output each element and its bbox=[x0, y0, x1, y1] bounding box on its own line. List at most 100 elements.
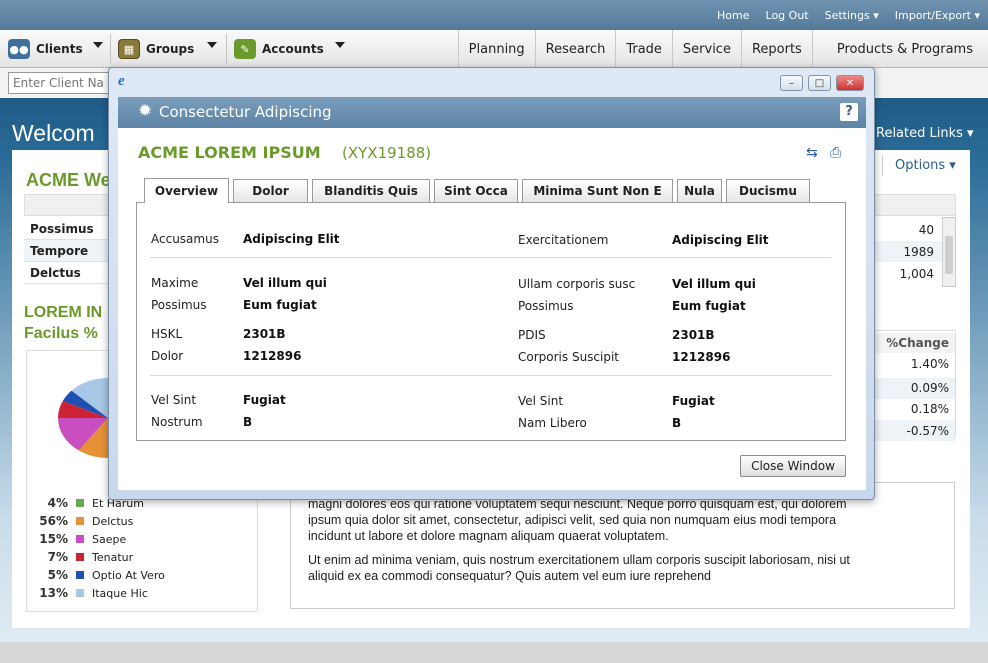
accounts-dropdown-icon[interactable] bbox=[335, 42, 345, 48]
related-links-menu[interactable]: Related Links ▾ bbox=[876, 126, 974, 141]
legend-item: 5% Optio At Vero bbox=[28, 566, 165, 584]
section-heading: ACME We bbox=[26, 170, 111, 190]
table-header bbox=[24, 194, 112, 216]
print-icon[interactable]: ⎙ bbox=[830, 145, 841, 161]
change-value: 1.40% bbox=[910, 357, 949, 371]
tab-ducismu[interactable]: Ducismu bbox=[726, 179, 810, 202]
accounts-button[interactable]: ✎ Accounts bbox=[234, 36, 324, 62]
nav-reports[interactable]: Reports bbox=[740, 30, 812, 68]
field-value: Vel illum qui bbox=[672, 277, 756, 291]
clients-dropdown-icon[interactable] bbox=[93, 42, 103, 48]
field-value: Eum fugiat bbox=[672, 299, 746, 313]
tab-blanditis-quis[interactable]: Blanditis Quis bbox=[312, 179, 430, 202]
table-scrollbar[interactable] bbox=[942, 217, 956, 287]
modal-title: Consectetur Adipiscing bbox=[159, 103, 332, 121]
close-icon[interactable]: ✕ bbox=[836, 75, 864, 91]
logout-link[interactable]: Log Out bbox=[766, 9, 809, 22]
legend-label: Itaque Hic bbox=[92, 586, 148, 600]
field-value: Adipiscing Elit bbox=[243, 232, 340, 246]
tab-overview[interactable]: Overview bbox=[144, 178, 229, 203]
legend-pct: 56% bbox=[39, 514, 68, 528]
company-code: (XYX19188) bbox=[342, 144, 432, 162]
legend-item: 56% Delctus bbox=[28, 512, 133, 530]
text-paragraph: magni dolores eos qui ratione voluptatem… bbox=[308, 496, 948, 584]
clients-icon: ●● bbox=[8, 39, 30, 59]
field-label: HSKL bbox=[151, 327, 183, 341]
legend-item: 15% Saepe bbox=[28, 530, 126, 548]
divider bbox=[150, 257, 831, 258]
field-label: PDIS bbox=[518, 328, 546, 342]
welcome-heading: Welcom bbox=[12, 120, 95, 146]
toolbar-divider bbox=[110, 34, 111, 64]
scrollbar-thumb[interactable] bbox=[945, 236, 953, 274]
legend-swatch bbox=[76, 589, 84, 597]
nav-products-programs[interactable]: Products & Programs bbox=[811, 30, 988, 68]
main-nav: Planning Research Trade Service Reports … bbox=[457, 30, 988, 68]
top-links: Home Log Out Settings ▾ Import/Export ▾ bbox=[717, 0, 980, 30]
tab-minima-sunt[interactable]: Minima Sunt Non E bbox=[522, 179, 673, 202]
change-value: 0.09% bbox=[910, 381, 949, 395]
nav-trade[interactable]: Trade bbox=[615, 30, 672, 68]
minimize-icon[interactable]: – bbox=[780, 75, 803, 91]
field-value: Fugiat bbox=[243, 393, 286, 407]
maximize-icon[interactable]: □ bbox=[808, 75, 831, 91]
gear-icon: ✹ bbox=[138, 101, 153, 121]
change-value: 0.18% bbox=[910, 402, 949, 416]
help-icon[interactable]: ? bbox=[840, 103, 858, 121]
legend-item: 7% Tenatur bbox=[28, 548, 134, 566]
settings-menu[interactable]: Settings ▾ bbox=[825, 9, 879, 22]
field-label: Exercitationem bbox=[518, 233, 609, 247]
legend-pct: 15% bbox=[39, 532, 68, 546]
legend-pct: 7% bbox=[47, 550, 68, 564]
legend-item: 13% Itaque Hic bbox=[28, 584, 148, 602]
legend-label: Saepe bbox=[92, 532, 127, 546]
groups-dropdown-icon[interactable] bbox=[207, 42, 217, 48]
value-cell: 40 bbox=[874, 219, 942, 240]
home-link[interactable]: Home bbox=[717, 9, 749, 22]
field-label: Nostrum bbox=[151, 415, 203, 429]
tab-nula[interactable]: Nula bbox=[677, 179, 722, 202]
field-value: Eum fugiat bbox=[243, 298, 317, 312]
footer-strip bbox=[0, 642, 988, 663]
legend-pct: 5% bbox=[47, 568, 68, 582]
clients-button[interactable]: ●● Clients bbox=[8, 36, 83, 62]
legend-pct: 13% bbox=[39, 586, 68, 600]
value-text: 1989 bbox=[903, 244, 934, 259]
tab-dolor[interactable]: Dolor bbox=[233, 179, 308, 202]
field-label: Nam Libero bbox=[518, 416, 587, 430]
browser-icon: e bbox=[118, 73, 125, 89]
value-cell: 1,004 bbox=[874, 263, 942, 284]
nav-service[interactable]: Service bbox=[671, 30, 741, 68]
field-label: Ullam corporis susc bbox=[518, 277, 636, 291]
options-menu[interactable]: Options ▾ bbox=[895, 158, 956, 173]
legend-label: Optio At Vero bbox=[92, 568, 165, 582]
chart-heading: LOREM IN bbox=[24, 304, 103, 321]
field-value: 1212896 bbox=[243, 349, 302, 363]
nav-planning[interactable]: Planning bbox=[457, 30, 535, 68]
close-window-button[interactable]: Close Window bbox=[740, 455, 846, 477]
refresh-icon[interactable]: ⇆ bbox=[806, 145, 818, 161]
field-label: Vel Sint bbox=[151, 393, 197, 407]
table-row: Possimus bbox=[24, 218, 112, 240]
groups-button[interactable]: ▦ Groups bbox=[118, 36, 194, 62]
company-name: ACME LOREM IPSUM bbox=[138, 143, 321, 162]
legend-label: Delctus bbox=[92, 514, 134, 528]
legend-swatch bbox=[76, 553, 84, 561]
toolbar-divider bbox=[226, 34, 227, 64]
field-value: Fugiat bbox=[672, 394, 715, 408]
field-label: Corporis Suscipit bbox=[518, 350, 620, 364]
folder-icon: ▦ bbox=[118, 39, 140, 59]
tab-sint-occa[interactable]: Sint Occa bbox=[434, 179, 518, 202]
field-label: Dolor bbox=[151, 349, 184, 363]
table-row: Tempore bbox=[24, 240, 112, 262]
field-label: Possimus bbox=[518, 299, 574, 313]
table-row: Delctus bbox=[24, 262, 112, 284]
value-text: 40 bbox=[918, 222, 934, 237]
legend-label: Tenatur bbox=[92, 550, 134, 564]
import-export-menu[interactable]: Import/Export ▾ bbox=[895, 9, 980, 22]
client-search-input[interactable] bbox=[8, 72, 113, 94]
legend-swatch bbox=[76, 571, 84, 579]
nav-research[interactable]: Research bbox=[534, 30, 616, 68]
field-value: Adipiscing Elit bbox=[672, 233, 769, 247]
value-cell: 1989 bbox=[874, 241, 942, 262]
